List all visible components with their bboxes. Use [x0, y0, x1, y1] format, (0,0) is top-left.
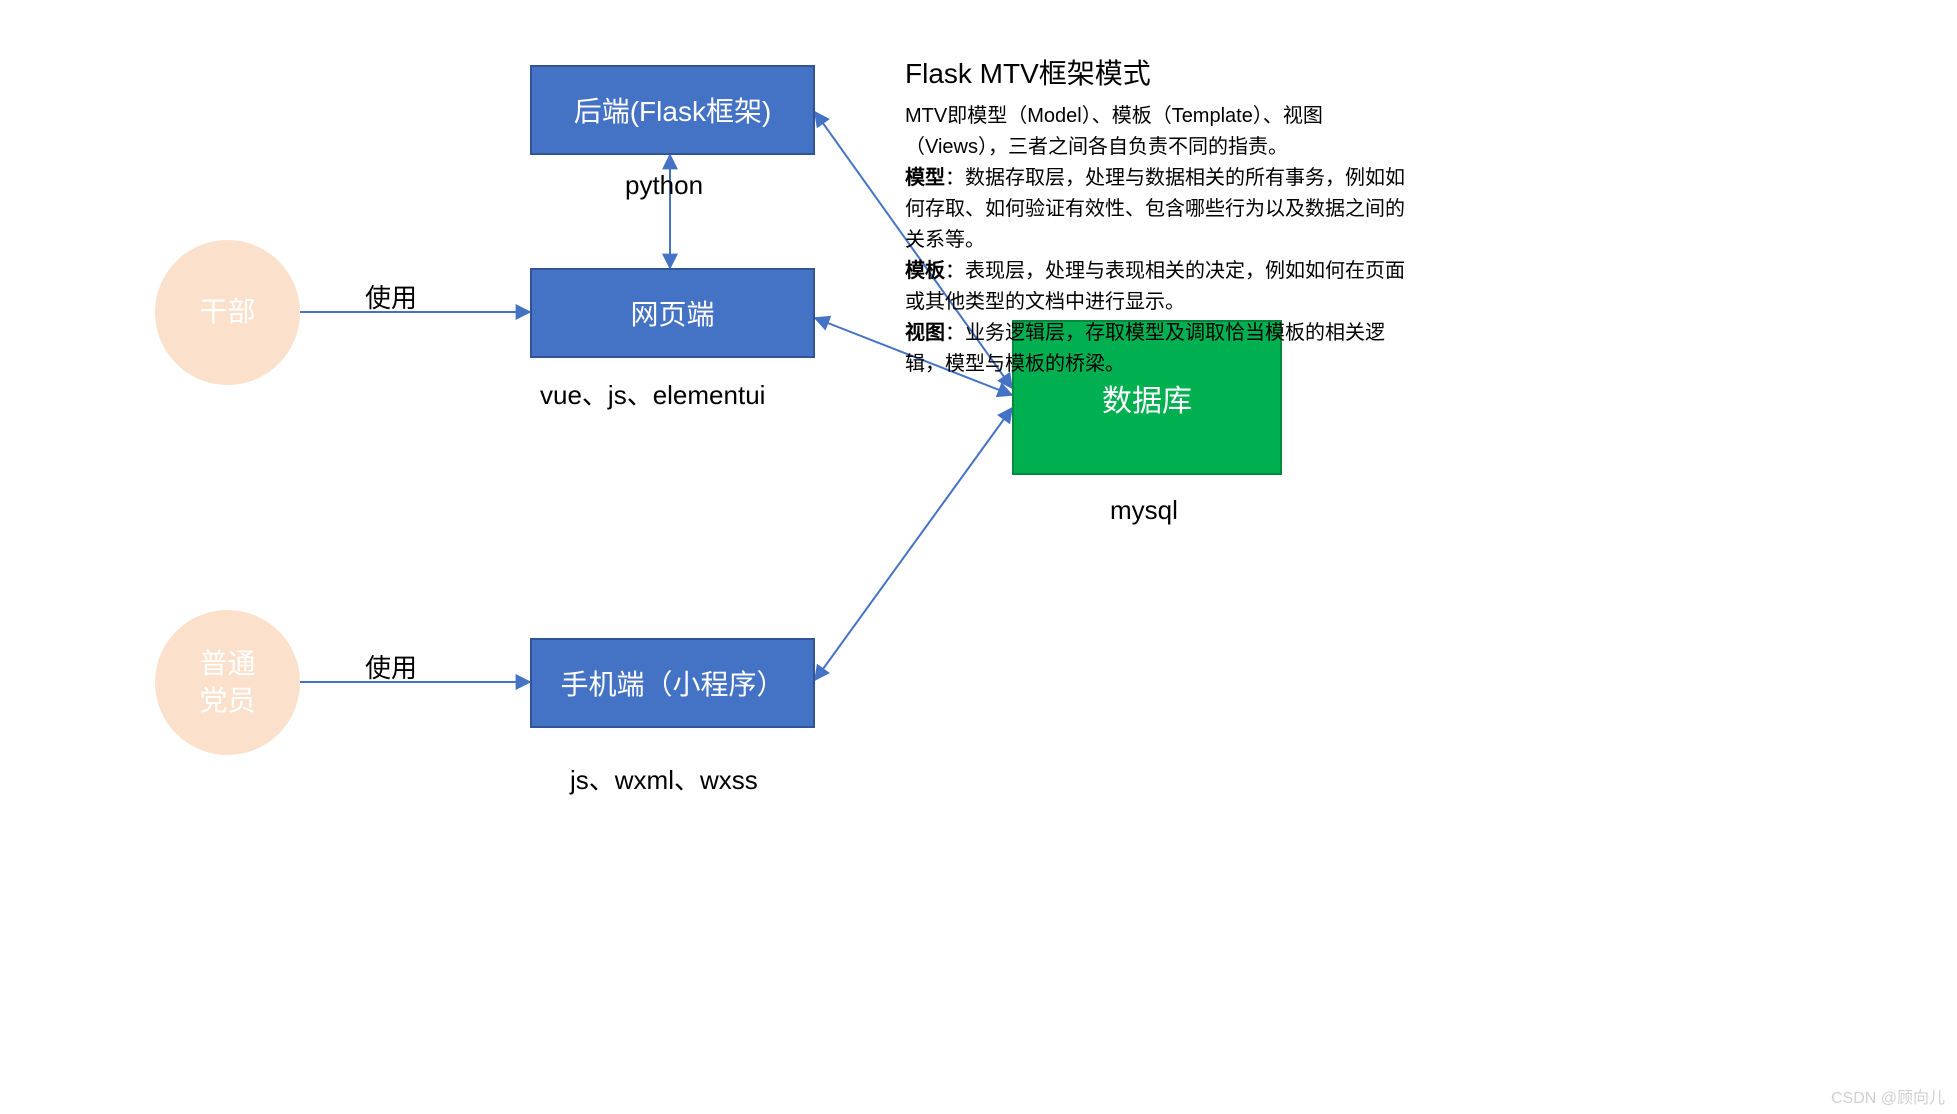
mtv-p4-bold: 视图: [905, 322, 945, 344]
mtv-p2-text: ：数据存取层，处理与数据相关的所有事务，例如如何存取、如何验证有效性、包含哪些行…: [905, 167, 1405, 251]
node-member-line1: 普通: [199, 646, 255, 682]
label-mobile-tech: js、wxml、wxss: [570, 760, 758, 797]
node-member: 普通 党员: [155, 610, 300, 755]
mtv-p2: 模型：数据存取层，处理与数据相关的所有事务，例如如何存取、如何验证有效性、包含哪…: [905, 163, 1405, 256]
mtv-p3: 模板：表现层，处理与表现相关的决定，例如如何在页面或其他类型的文档中进行显示。: [905, 256, 1405, 318]
edge-label-use-1: 使用: [365, 278, 417, 315]
watermark: CSDN @顾向儿: [1831, 1084, 1945, 1108]
node-cadre: 干部: [155, 240, 300, 385]
label-python: python: [625, 170, 703, 201]
node-member-line2: 党员: [199, 683, 255, 719]
mtv-title: Flask MTV框架模式: [905, 52, 1405, 95]
label-web-tech: vue、js、elementui: [540, 375, 765, 412]
node-web-label: 网页端: [630, 293, 714, 333]
label-mysql: mysql: [1110, 495, 1178, 526]
node-backend: 后端(Flask框架): [530, 65, 815, 155]
mtv-description: Flask MTV框架模式 MTV即模型（Model）、模板（Template）…: [905, 52, 1405, 380]
mtv-p4: 视图：业务逻辑层，存取模型及调取恰当模板的相关逻辑，模型与模板的桥梁。: [905, 318, 1405, 380]
mtv-p3-text: ：表现层，处理与表现相关的决定，例如如何在页面或其他类型的文档中进行显示。: [905, 260, 1405, 313]
node-web: 网页端: [530, 268, 815, 358]
mtv-p1: MTV即模型（Model）、模板（Template）、视图（Views），三者之…: [905, 101, 1405, 163]
edge-label-use-2: 使用: [365, 648, 417, 685]
node-mobile-label: 手机端（小程序）: [560, 663, 784, 703]
mtv-p3-bold: 模板: [905, 260, 945, 282]
mtv-p4-text: ：业务逻辑层，存取模型及调取恰当模板的相关逻辑，模型与模板的桥梁。: [905, 322, 1385, 375]
node-member-label: 普通 党员: [199, 646, 255, 719]
node-database-label: 数据库: [1102, 376, 1192, 420]
node-backend-label: 后端(Flask框架): [574, 90, 772, 130]
node-mobile: 手机端（小程序）: [530, 638, 815, 728]
mtv-p2-bold: 模型: [905, 167, 945, 189]
node-cadre-label: 干部: [199, 294, 255, 330]
